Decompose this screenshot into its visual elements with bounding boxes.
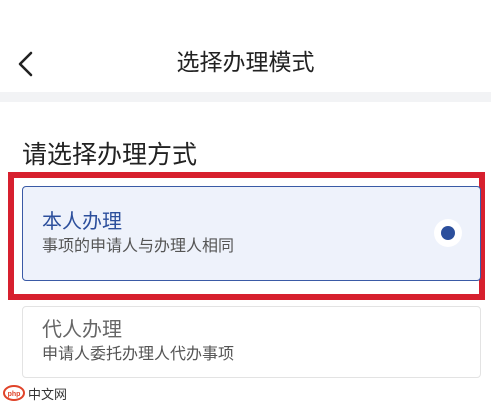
option-proxy-handle[interactable]: 代人办理 申请人委托办理人代办事项 [22,306,481,378]
option-title: 本人办理 [42,209,122,233]
watermark-text: 中文网 [28,386,68,402]
section-heading: 请选择办理方式 [22,140,198,169]
radio-selected-icon[interactable] [434,219,462,247]
php-logo-icon: php [2,383,26,403]
radio-inner-dot [441,226,455,240]
option-subtitle: 申请人委托办理人代办事项 [42,344,235,363]
header-divider [0,92,491,102]
option-self-handle[interactable]: 本人办理 事项的申请人与办理人相同 [22,186,481,281]
svg-text:php: php [8,391,21,398]
option-subtitle: 事项的申请人与办理人相同 [42,236,235,255]
page-title: 选择办理模式 [176,50,315,76]
page: 选择办理模式 请选择办理方式 本人办理 事项的申请人与办理人相同 代人办理 申请… [0,0,491,405]
option-title: 代人办理 [42,317,122,341]
nav-header: 选择办理模式 [0,0,491,92]
watermark: php 中文网 [2,382,67,404]
